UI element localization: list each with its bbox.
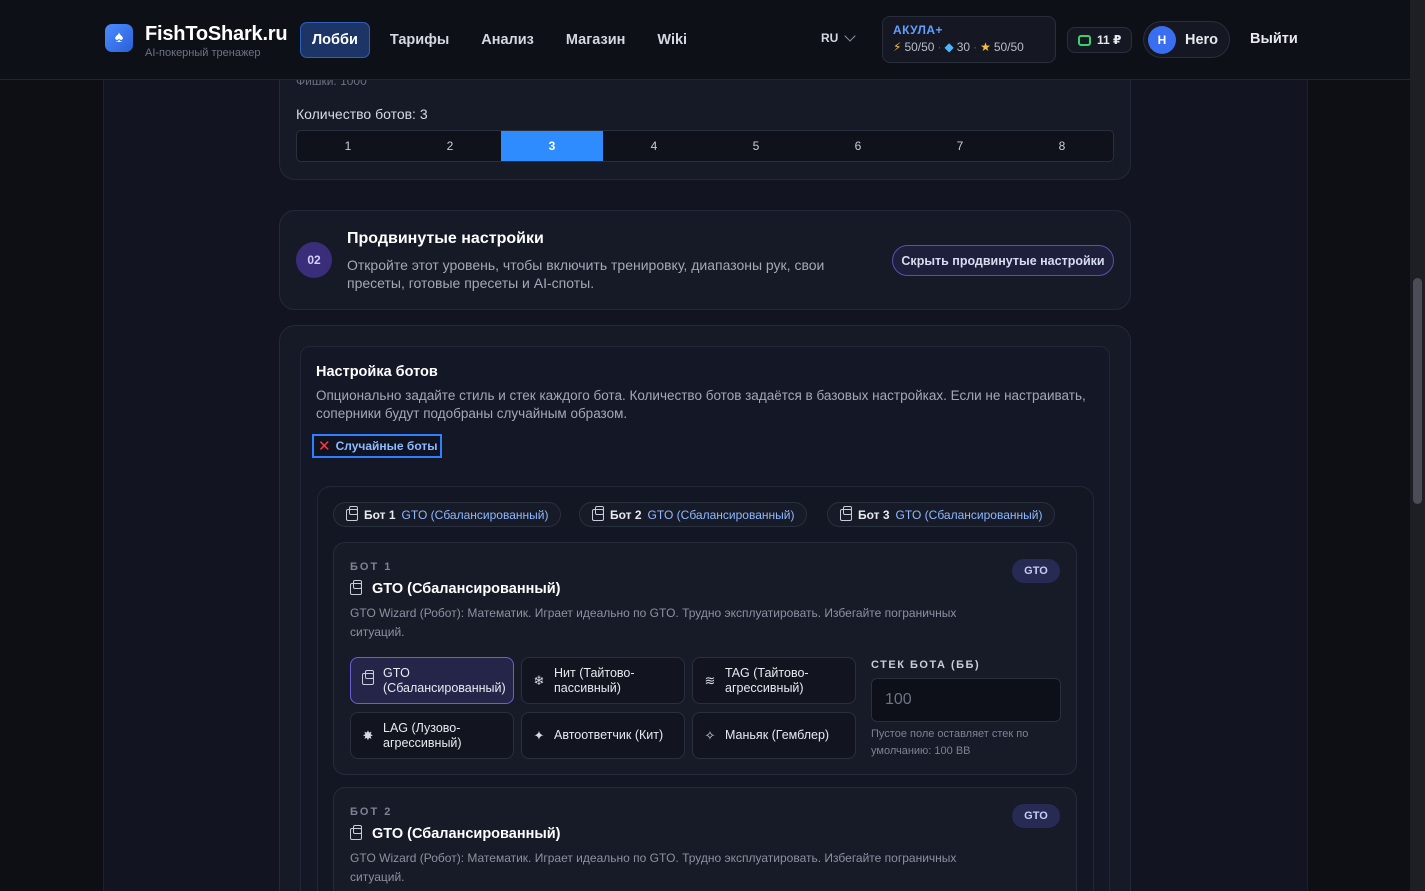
user-menu[interactable]: H Hero [1143,21,1231,58]
bot-name: GTO (Сбалансированный) [350,825,561,842]
wallet-icon [1078,34,1091,46]
style-label: Автоответчик (Кит) [554,728,664,742]
cross-mark-icon: ✕ [318,437,331,455]
nav-wiki[interactable]: Wiki [645,22,699,58]
style-label: LAG (Лузово-агрессивный) [383,720,462,750]
step-badge: 02 [296,242,332,278]
random-bots-label: Случайные боты [335,439,438,453]
style-option-maniac[interactable]: ✧ Маньяк (Гемблер) [692,712,856,759]
stack-input[interactable]: 100 [871,678,1061,722]
bot-count-option[interactable]: 2 [399,131,501,161]
bot-count-option[interactable]: 1 [297,131,399,161]
nav-shop[interactable]: Магазин [554,22,637,58]
cube-icon [350,825,362,840]
energy-value: 50/50 [904,40,935,54]
nav-analysis[interactable]: Анализ [469,22,546,58]
gto-badge: GTO [1012,804,1060,828]
logo-subtitle: AI-покерный тренажер [145,47,261,59]
scrollbar-thumb[interactable] [1413,278,1422,504]
advanced-description: Откройте этот уровень, чтобы включить тр… [347,257,825,291]
logout-button[interactable]: Выйти [1250,31,1298,47]
sparkle-icon: ✦ [533,728,545,743]
avatar: H [1148,25,1176,54]
wallet-balance[interactable]: 11 ₽ [1067,27,1133,53]
bot-tab-name: Бот 3 [858,507,890,522]
bot-tab-1[interactable]: Бот 1 GTO (Сбалансированный) [333,502,562,527]
style-label: Нит (Тайтово-пассивный) [554,665,635,695]
style-option-lag[interactable]: ✸ LAG (Лузово-агрессивный) [350,712,514,759]
cube-icon [350,580,362,595]
bot-count-option[interactable]: 6 [807,131,909,161]
bot-label: БОТ 1 [350,561,393,573]
plan-name: АКУЛА+ [893,23,943,37]
top-header: ♠ FishToShark.ru AI-покерный тренажер Ло… [0,0,1410,80]
style-option-whale[interactable]: ✦ Автоответчик (Кит) [521,712,685,759]
bot-card-2: БОТ 2 GTO (Сбалансированный) GTO GTO Wiz… [333,787,1077,891]
cube-icon [592,505,604,521]
balance-value: 11 ₽ [1097,33,1122,47]
bot-card-1: БОТ 1 GTO (Сбалансированный) GTO GTO Wiz… [333,542,1077,775]
bot-name-text: GTO (Сбалансированный) [372,581,561,597]
layers-icon: ≋ [704,673,716,688]
logo-title[interactable]: FishToShark.ru [145,23,288,46]
bots-count-label: Количество ботов: 3 [296,106,428,122]
bot-count-selector: 1 2 3 4 5 6 7 8 [296,130,1114,162]
bot-count-option[interactable]: 4 [603,131,705,161]
spark-icon: ✧ [704,728,716,743]
bot-tab-name: Бот 2 [610,507,642,522]
bots-setup-description: Опционально задайте стиль и стек каждого… [316,388,1086,421]
bot-tab-name: Бот 1 [364,507,396,522]
style-option-nit[interactable]: ❄ Нит (Тайтово-пассивный) [521,657,685,704]
nav-lobby[interactable]: Лобби [300,22,370,58]
bot-description: GTO Wizard (Робот): Математик. Играет ид… [350,606,957,639]
lightning-icon: ⚡ [893,40,902,54]
spade-logo-icon[interactable]: ♠ [105,24,133,52]
stack-label: СТЕК БОТА (ББ) [871,659,981,671]
gems-value: 30 [956,40,971,54]
bot-tab-2[interactable]: Бот 2 GTO (Сбалансированный) [579,502,808,527]
style-option-gto[interactable]: GTO (Сбалансированный) [350,657,514,704]
bot-name: GTO (Сбалансированный) [350,580,561,597]
style-label: TAG (Тайтово-агрессивный) [725,665,809,695]
bot-tab-3[interactable]: Бот 3 GTO (Сбалансированный) [827,502,1056,527]
cube-icon [840,505,852,521]
diamond-icon: ◆ [944,40,954,54]
style-label: Маньяк (Гемблер) [725,728,830,742]
nav-pricing[interactable]: Тарифы [378,22,461,58]
random-bots-button[interactable]: ✕ Случайные боты [312,434,442,458]
main-nav: Лобби Тарифы Анализ Магазин Wiki [300,22,699,58]
bot-count-option[interactable]: 5 [705,131,807,161]
cube-icon [361,670,375,688]
cube-icon [346,505,358,521]
bot-description: GTO Wizard (Робот): Математик. Играет ид… [350,851,957,884]
burst-icon: ✸ [362,728,374,743]
language-value: RU [821,31,839,45]
stars-value: 50/50 [993,40,1024,54]
bot-count-option[interactable]: 8 [1011,131,1113,161]
bot-label: БОТ 2 [350,806,393,818]
gto-badge: GTO [1012,559,1060,583]
star-icon: ★ [980,40,991,54]
hide-advanced-button[interactable]: Скрыть продвинутые настройки [892,245,1114,276]
bot-tab-type: GTO (Сбалансированный) [401,507,549,522]
bot-name-text: GTO (Сбалансированный) [372,826,561,842]
plan-status[interactable]: АКУЛА+ ⚡ 50/50 · ◆ 30 · ★ 50/50 [882,16,1056,63]
stack-hint: Пустое поле оставляет стек по умолчанию:… [871,728,1029,757]
style-option-tag[interactable]: ≋ TAG (Тайтово-агрессивный) [692,657,856,704]
snowflake-icon: ❄ [533,673,545,688]
style-label: GTO (Сбалансированный) [383,665,506,695]
bots-setup-title: Настройка ботов [316,364,438,380]
plan-stats: ⚡ 50/50 · ◆ 30 · ★ 50/50 [893,40,1024,54]
advanced-title: Продвинутые настройки [347,230,544,247]
bot-tab-type: GTO (Сбалансированный) [647,507,795,522]
chevron-down-icon [844,30,857,42]
bot-count-option-selected[interactable]: 3 [501,131,603,161]
language-select[interactable]: RU [821,30,857,45]
user-name: Hero [1185,31,1219,48]
bot-count-option[interactable]: 7 [909,131,1011,161]
bot-tab-type: GTO (Сбалансированный) [895,507,1043,522]
